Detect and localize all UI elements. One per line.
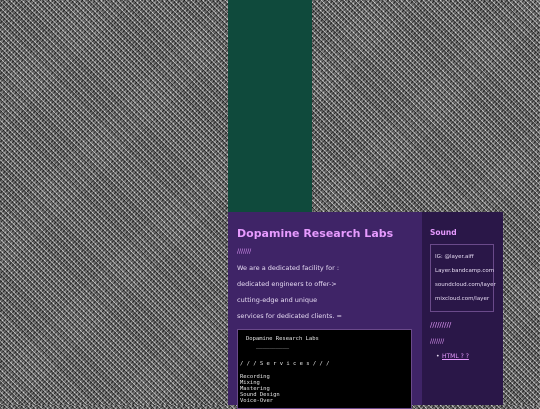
description-line: We are a dedicated facility for : [237, 264, 340, 272]
sidebar: Sound IG: @layer.aiff Layer.bandcamp.com… [422, 212, 503, 405]
terminal-heading: Dopamine Research Labs [246, 336, 319, 342]
service-item: Voice-Over [240, 398, 274, 404]
social-links-box: IG: @layer.aiff Layer.bandcamp.com sound… [430, 244, 496, 312]
site-title: Dopamine Research Labs [237, 227, 394, 240]
social-link-soundcloud[interactable]: soundcloud.com/layer [435, 282, 496, 288]
social-link-bandcamp[interactable]: Layer.bandcamp.com [435, 268, 494, 274]
decorative-slashes: /////// [430, 338, 445, 345]
html-link[interactable]: HTML ? ? [442, 353, 469, 360]
sidebar-title: Sound [430, 228, 457, 237]
decorative-slashes: /////// [237, 248, 252, 255]
services-heading: / / / S e r v i c e s / / / [240, 361, 330, 367]
description-line: dedicated engineers to offer-> [237, 280, 337, 288]
terminal-rule: __________ [256, 343, 290, 349]
bullet-icon: • [436, 353, 440, 360]
description-line: services for dedicated clients. = [237, 312, 342, 320]
sidebar-list: • HTML ? ? [436, 353, 469, 360]
main-panel: Dopamine Research Labs /////// We are a … [228, 212, 422, 409]
social-link-instagram[interactable]: IG: @layer.aiff [435, 254, 474, 260]
green-column [228, 0, 312, 212]
social-link-mixcloud[interactable]: mixcloud.com/layer [435, 296, 489, 302]
services-terminal: Dopamine Research Labs __________ / / / … [237, 329, 412, 409]
decorative-slashes: ///////// [430, 321, 452, 329]
description-line: cutting-edge and unique [237, 296, 318, 304]
